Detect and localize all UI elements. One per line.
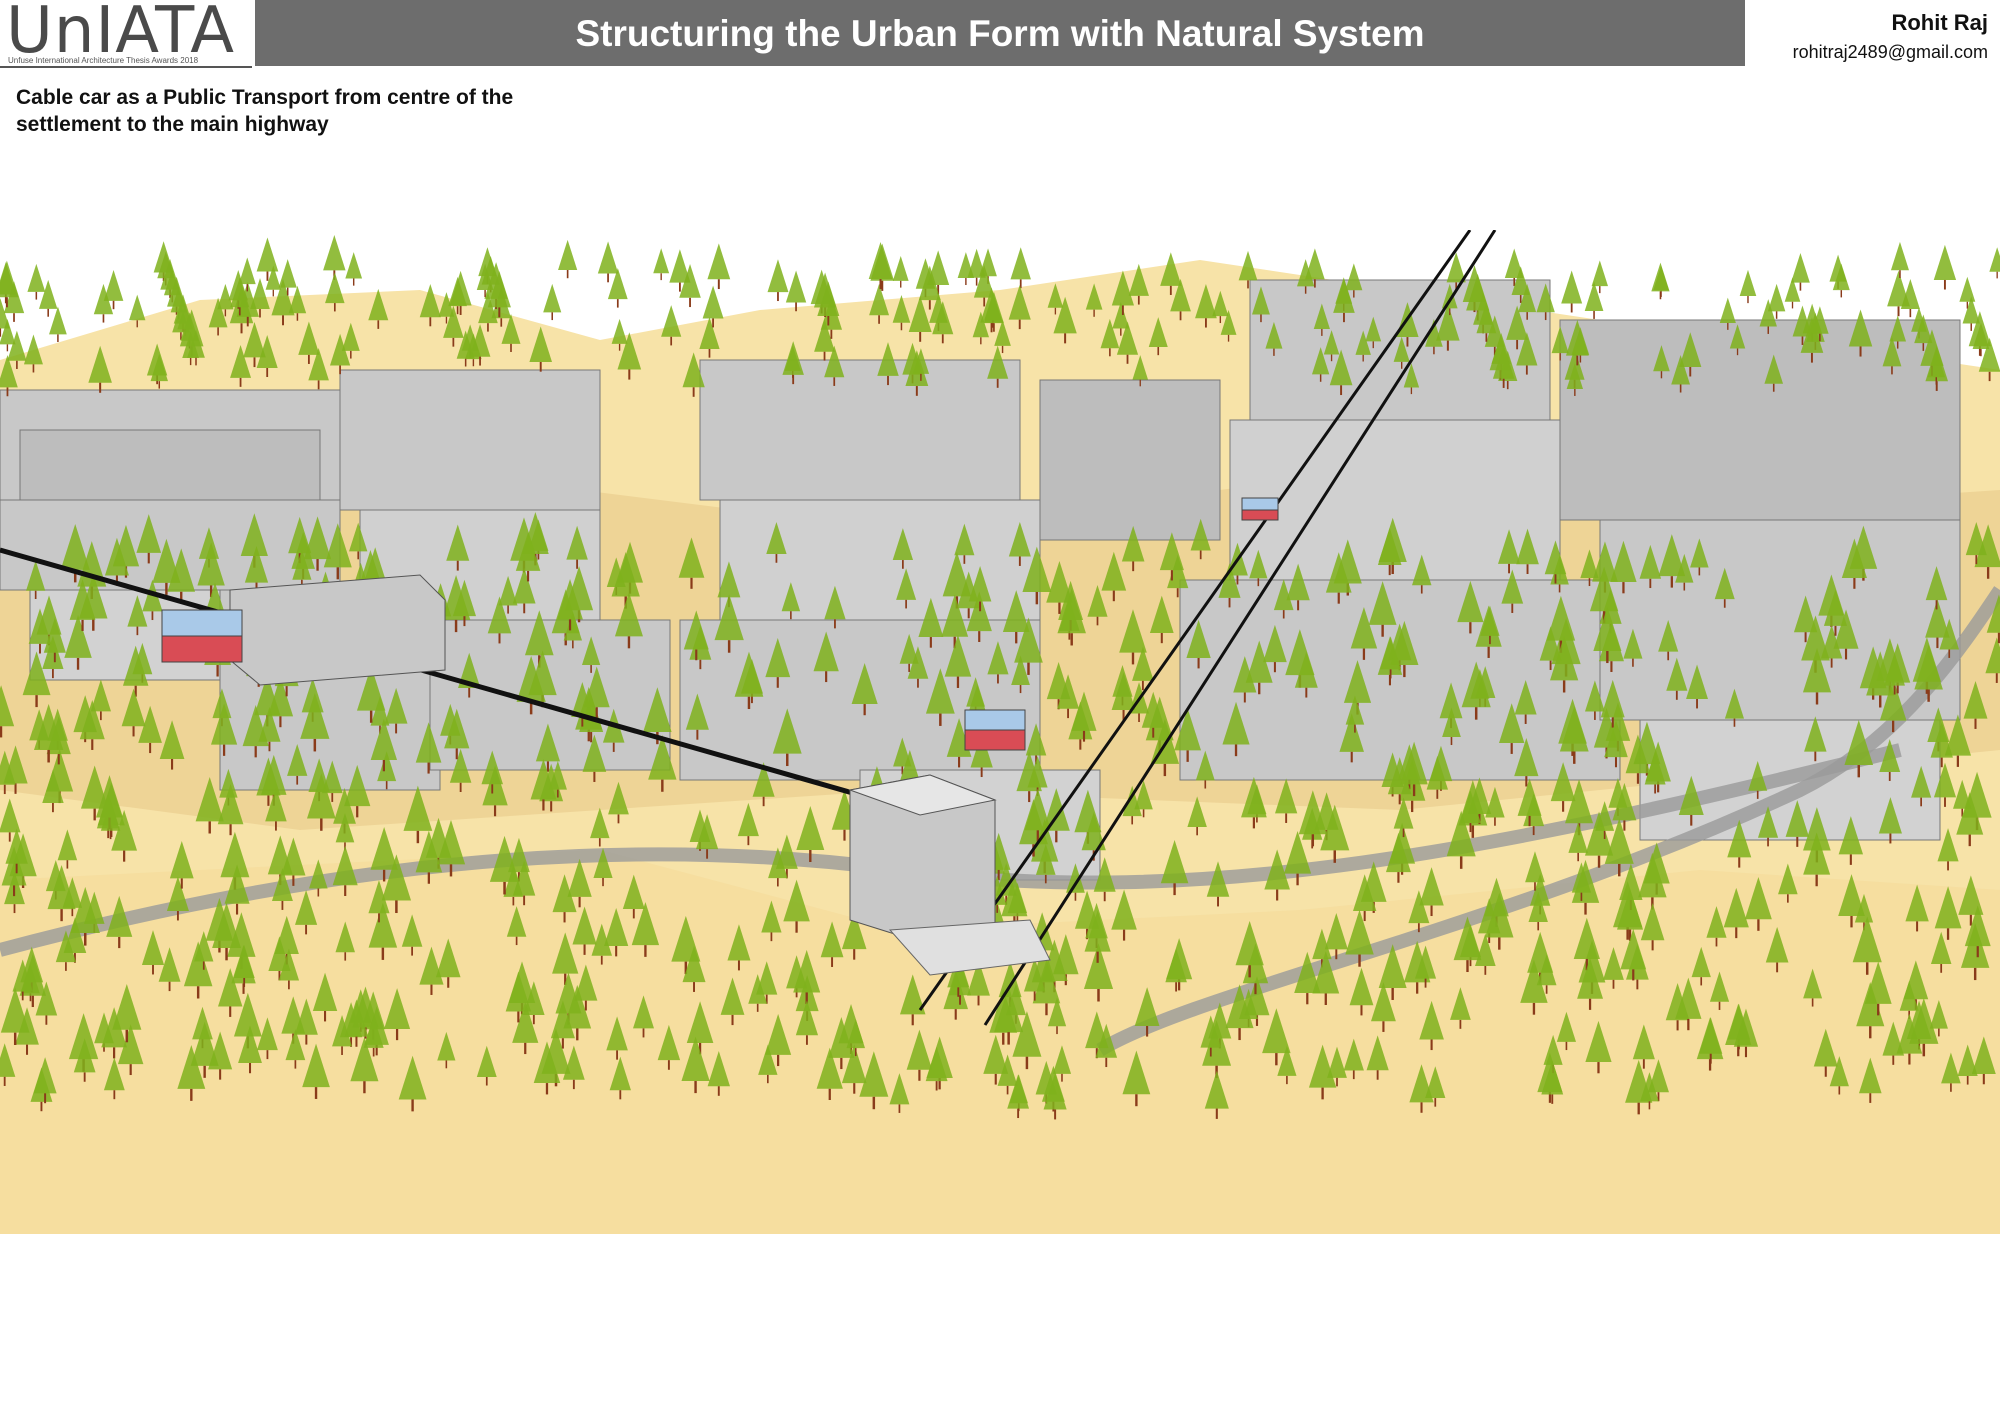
cable-car-station-left <box>229 574 446 686</box>
caption: Cable car as a Public Transport from cen… <box>16 86 514 136</box>
logo-block: UnIATA Unfuse International Architecture… <box>0 0 252 68</box>
cable-car-cabin <box>161 609 243 663</box>
settlement-illustration <box>0 230 2000 1234</box>
cable-car-cabin <box>1241 497 1279 521</box>
author-name: Rohit Raj <box>1891 10 1988 35</box>
cable-car-cabin <box>964 709 1026 751</box>
author-block: Rohit Raj rohitraj2489@gmail.com <box>1793 10 1988 63</box>
page-title: Structuring the Urban Form with Natural … <box>575 13 1425 54</box>
title-bar: Structuring the Urban Form with Natural … <box>255 0 1745 66</box>
logo-subtitle: Unfuse International Architecture Thesis… <box>8 56 199 65</box>
author-email: rohitraj2489@gmail.com <box>1792 42 1988 62</box>
